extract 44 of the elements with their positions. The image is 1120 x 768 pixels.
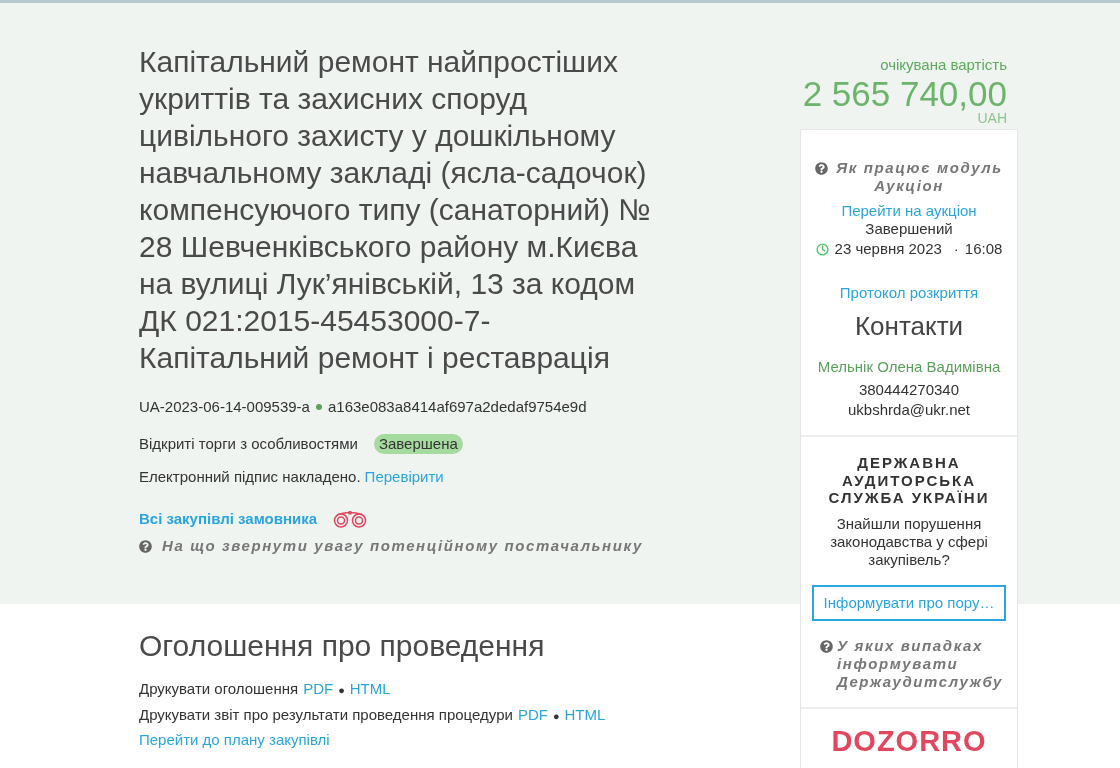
- buyer-procurements-link[interactable]: Всі закупівлі замовника: [139, 508, 318, 530]
- section-heading: Оголошення про проведення: [139, 628, 545, 664]
- auction-time: 16:08: [964, 239, 1003, 259]
- separator-dot: ●: [552, 709, 560, 724]
- contact-email: ukbshrda@ukr.net: [848, 400, 970, 420]
- contact-phone: 380444270340: [858, 380, 960, 400]
- separator-dot: ●: [338, 683, 345, 698]
- price-caption: очікувана вартість: [880, 55, 1007, 75]
- dot-icon: [315, 404, 322, 410]
- price-amount: 2 565 740,00: [802, 75, 1007, 113]
- logo: DOZORRO: [831, 724, 987, 757]
- plan-link[interactable]: Перейти до плану закупівлі: [139, 729, 330, 751]
- print-link[interactable]: PDF: [303, 678, 334, 700]
- help-icon: [139, 539, 152, 553]
- price-currency: UAH: [977, 111, 1007, 125]
- print-link[interactable]: PDF: [517, 704, 548, 726]
- help-link[interactable]: На що звернути увагу потенційному постачальнику: [139, 535, 643, 557]
- date-separator: ·: [953, 239, 959, 259]
- help-link[interactable]: Як працює модуль Аукціон: [814, 159, 1004, 194]
- auction-link[interactable]: Перейти на аукціон: [841, 202, 977, 220]
- help-icon: [815, 162, 829, 175]
- report-button[interactable]: Інформувати про пору…: [812, 584, 1006, 621]
- clock-icon: [815, 242, 829, 256]
- procedure-type: Відкриті торги з особливостями: [139, 434, 358, 454]
- print-label: Друкувати оголошення: [139, 679, 299, 699]
- print-link[interactable]: HTML: [564, 704, 606, 726]
- contact-name: Мельнік Олена Вадимівна: [817, 358, 1001, 376]
- auction-status: Завершений: [865, 220, 953, 238]
- signature-status: Електронний підпис накладено.: [139, 467, 361, 487]
- protocol-link[interactable]: Протокол розкриття: [839, 284, 979, 302]
- tender-hash: a163e083a8414af697a2dedaf9754e9d: [327, 397, 587, 417]
- audit-title: ДЕРЖАВНА АУДИТОРСЬКА СЛУЖБА УКРАЇНИ: [827, 454, 991, 507]
- status-badge: Завершена: [373, 434, 463, 454]
- contacts-heading: Контакти: [854, 310, 964, 342]
- verify-link[interactable]: Перевірити: [364, 466, 444, 488]
- print-label: Друкувати звіт про результати проведення процедури: [139, 705, 513, 725]
- tender-title: Капітальний ремонт найпростіших укриттів та захисних споруд цивільного захисту у дошкільному навчальному закладі (ясла-садочок) компенсуючого типу (санаторний) № 28 Шевченківського району м.Києва на вулиці Лук’янівській, 13 за кодом ДК 021:2015-45453000-7-Капітальний ремонт і реставрація: [139, 44, 652, 376]
- print-link[interactable]: HTML: [349, 678, 391, 700]
- help-link[interactable]: У яких випадках інформувати Держаудитслужбу: [812, 636, 1006, 691]
- auction-date: 23 червня 2023: [834, 239, 942, 259]
- binoculars-icon: [333, 510, 368, 528]
- help-icon: [820, 639, 833, 653]
- tender-id: UA-2023-06-14-009539-a: [139, 397, 310, 417]
- audit-question: Знайшли порушення законодавства у сфері закупівель?: [829, 514, 989, 569]
